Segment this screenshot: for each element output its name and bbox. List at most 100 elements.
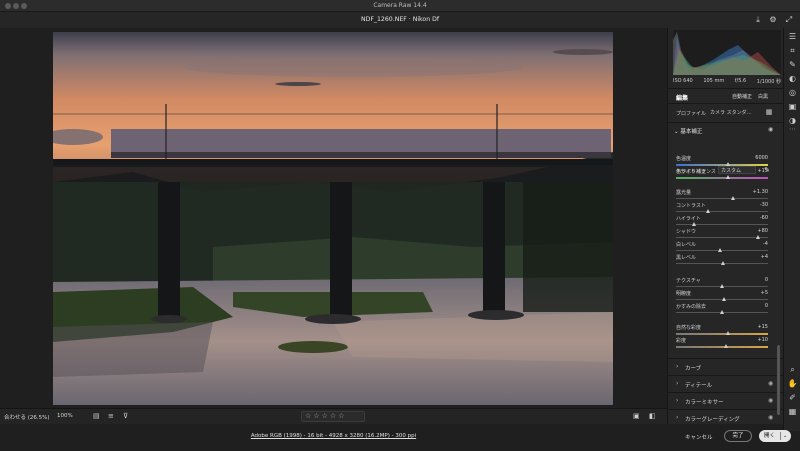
visibility-eye-icon[interactable]: ◉ [768,397,773,404]
slider-value[interactable]: -30 [760,202,768,208]
slider-thumb[interactable] [717,248,722,252]
slider-thumb[interactable] [705,209,710,213]
slider-3[interactable]: コントラスト -30 [676,202,768,216]
slider-value[interactable]: +1.30 [753,189,768,195]
slider-value[interactable]: +15 [757,168,768,174]
slider-thumb[interactable] [725,175,730,179]
before-after-icon[interactable]: ◧ [649,412,656,420]
filter-icon[interactable]: ⊽ [123,412,128,420]
zoom-icon[interactable]: ⌕ [787,364,798,375]
slider-4[interactable]: ハイライト -60 [676,215,768,229]
slider-thumb[interactable] [719,284,724,288]
chevron-down-icon[interactable]: ⌄ [783,430,787,442]
grid-icon[interactable]: ▦ [787,406,798,417]
window-title: Camera Raw 14.4 [373,2,427,9]
visibility-eye-icon[interactable]: ◉ [768,414,773,421]
basic-section-title: 基本補正 [680,129,703,135]
fullscreen-icon[interactable]: ⤢ [784,15,794,25]
slider-value[interactable]: 0 [765,303,768,309]
slider-1[interactable]: 色かぶり補正 +15 [676,168,768,182]
filmstrip-icon[interactable]: ▣ [633,412,640,420]
slider-thumb[interactable] [719,310,724,314]
slider-track[interactable] [676,211,768,212]
slider-thumb[interactable] [721,261,726,265]
section-label: カラーミキサー [685,400,724,406]
slider-label: 白レベル [676,242,697,248]
zoom-percent-select[interactable]: 100% [57,413,73,419]
image-icon[interactable]: ▤ [93,412,100,420]
slider-thumb[interactable] [756,235,761,239]
section-label: カラーグレーディング [685,417,740,423]
file-header: NDF_1260.NEF · Nikon Df ⤓ ⚙ ⤢ [0,12,800,28]
slider-track[interactable] [676,333,768,335]
done-button[interactable]: 完了 [724,430,752,442]
slider-thumb[interactable] [725,162,730,166]
slider-value[interactable]: +10 [757,337,768,343]
hand-icon[interactable]: ✋ [787,378,798,389]
slider-label: コントラスト [676,203,706,209]
slider-thumb[interactable] [725,331,730,335]
slider-value[interactable]: +80 [757,228,768,234]
slider-value[interactable]: 0 [765,277,768,283]
slider-thumb[interactable] [691,222,696,226]
slider-value[interactable]: +5 [761,290,768,296]
detail-section[interactable]: › ディテール ◉ [668,375,784,392]
slider-track[interactable] [676,250,768,251]
gear-icon[interactable]: ⚙ [768,15,778,25]
slider-track[interactable] [676,224,768,225]
tool-strip: ☰ ⌗ ✎ ◐ ◎ ▣ ◑ ⋯ ⌕ ✋ ✐ ▦ [783,28,800,431]
slider-5[interactable]: シャドウ +80 [676,228,768,242]
cancel-button[interactable]: キャンセル [685,433,713,441]
slider-track[interactable] [676,237,768,238]
divider [668,88,784,89]
sort-icon[interactable]: ≡ [108,412,114,420]
slider-7[interactable]: 黒レベル +4 [676,254,768,268]
slider-track[interactable] [676,346,768,348]
visibility-eye-icon[interactable]: ◉ [768,380,773,387]
photo-preview[interactable] [53,32,613,405]
slider-thumb[interactable] [724,344,729,348]
curve-section[interactable]: › カーブ [668,358,784,375]
star-rating[interactable]: ☆☆☆☆☆ [301,411,365,422]
slider-value[interactable]: -4 [763,241,768,247]
color-mixer-section[interactable]: › カラーミキサー ◉ [668,392,784,409]
bw-button[interactable]: 白黒 [758,93,768,100]
color-sampler-icon[interactable]: ✐ [787,392,798,403]
slider-8[interactable]: テクスチャ 0 [676,277,768,291]
snapshots-icon[interactable]: ▣ [787,101,798,112]
profile-select[interactable]: カメラ スタンダ… [708,108,754,117]
slider-track[interactable] [676,177,768,179]
slider-value[interactable]: +15 [757,324,768,330]
slider-2[interactable]: 露光量 +1.30 [676,189,768,203]
workflow-options-link[interactable]: Adobe RGB (1998) - 16 bit - 4928 x 3280 … [0,433,667,439]
slider-11[interactable]: 自然な彩度 +15 [676,324,768,338]
red-eye-icon[interactable]: ◎ [787,87,798,98]
mask-icon[interactable]: ◐ [787,73,798,84]
slider-0[interactable]: 色温度 6000 [676,155,768,169]
slider-thumb[interactable] [731,196,736,200]
slider-12[interactable]: 彩度 +10 [676,337,768,351]
save-icon[interactable]: ⤓ [753,15,763,25]
slider-value[interactable]: +4 [761,254,768,260]
visibility-eye-icon[interactable]: ◉ [768,126,773,133]
zoom-fit-select[interactable]: 合わせる (26.5%) [4,413,50,421]
slider-10[interactable]: かすみの除去 0 [676,303,768,317]
open-button[interactable]: 開く ⌄ [759,430,791,442]
slider-value[interactable]: -60 [760,215,768,221]
title-bar: Camera Raw 14.4 [0,0,800,12]
auto-button[interactable]: 自動補正 [732,93,752,100]
profile-browser-icon[interactable]: ▦ [764,107,774,117]
basic-section-header[interactable]: ⌄ 基本補正 [674,127,702,135]
slider-thumb[interactable] [722,297,727,301]
slider-track[interactable] [676,198,768,199]
heal-brush-icon[interactable]: ✎ [787,59,798,70]
slider-track[interactable] [676,164,768,166]
panel-scrollbar[interactable] [777,345,780,415]
slider-value[interactable]: 6000 [755,155,768,161]
slider-9[interactable]: 明瞭度 +5 [676,290,768,304]
crop-icon[interactable]: ⌗ [787,45,798,56]
edit-sliders-icon[interactable]: ☰ [787,31,798,42]
more-icon[interactable]: ⋯ [787,124,798,135]
slider-label: テクスチャ [676,278,701,284]
slider-6[interactable]: 白レベル -4 [676,241,768,255]
